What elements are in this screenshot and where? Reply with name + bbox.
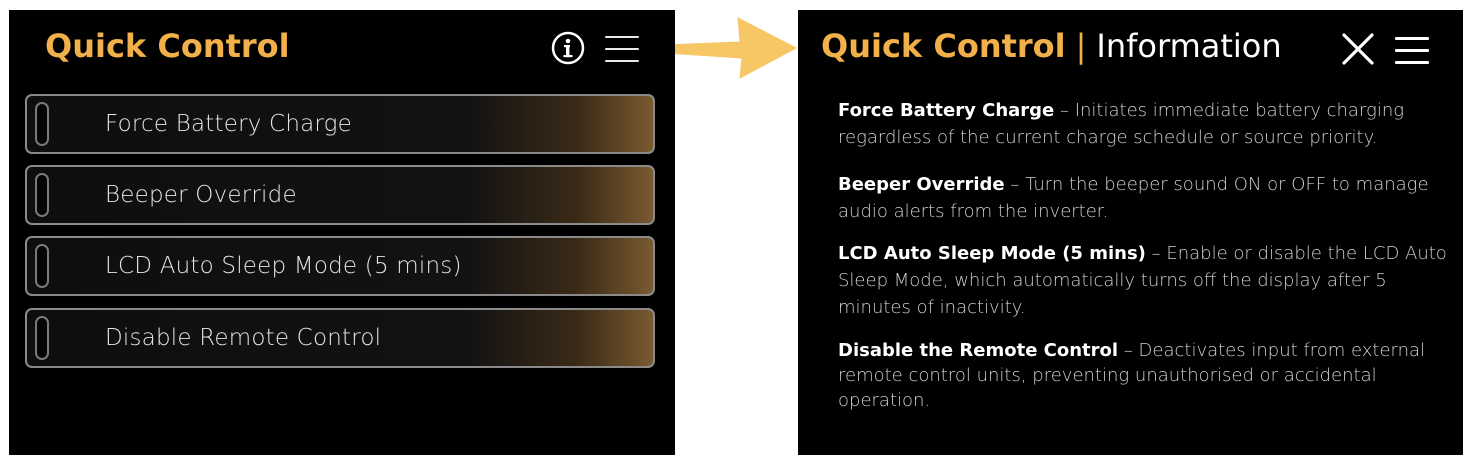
quick-control-item[interactable]: Beeper Override xyxy=(25,165,655,225)
item-label: Force Battery Charge xyxy=(105,111,352,137)
screen-subtitle: Information xyxy=(1096,27,1282,65)
item-label: Disable Remote Control xyxy=(105,325,382,351)
close-icon[interactable] xyxy=(1341,32,1375,66)
screen-header: Quick Control | Information xyxy=(821,27,1282,65)
info-entry: Force Battery Charge – Initiates immedia… xyxy=(838,97,1453,151)
information-screen: Quick Control | Information Force Battery … xyxy=(798,10,1463,455)
item-label: LCD Auto Sleep Mode (5 mins) xyxy=(105,253,462,279)
toggle-switch[interactable] xyxy=(35,173,49,217)
entry-term: Disable the Remote Control xyxy=(838,340,1119,361)
quick-control-screen: Quick Control Force Battery Charge Beepe… xyxy=(9,10,675,455)
quick-control-item[interactable]: LCD Auto Sleep Mode (5 mins) xyxy=(25,236,655,296)
info-icon[interactable] xyxy=(551,31,585,65)
toggle-switch[interactable] xyxy=(35,244,49,288)
info-entry: Beeper Override – Turn the beeper sound … xyxy=(838,171,1453,225)
info-entry: LCD Auto Sleep Mode (5 mins) – Enable or… xyxy=(838,240,1453,321)
entry-term: Force Battery Charge xyxy=(838,100,1055,121)
info-entry: Disable the Remote Control – Deactivates… xyxy=(838,338,1453,413)
screen-title: Quick Control xyxy=(45,27,290,65)
hamburger-menu-icon[interactable] xyxy=(605,34,639,64)
entry-term: LCD Auto Sleep Mode (5 mins) xyxy=(838,243,1146,264)
toggle-switch[interactable] xyxy=(35,102,49,146)
title-separator: | xyxy=(1075,27,1087,65)
entry-term: Beeper Override xyxy=(838,174,1005,195)
quick-control-item[interactable]: Disable Remote Control xyxy=(25,308,655,368)
screen-title: Quick Control xyxy=(821,27,1066,65)
item-label: Beeper Override xyxy=(105,182,297,208)
toggle-switch[interactable] xyxy=(35,316,49,360)
quick-control-item[interactable]: Force Battery Charge xyxy=(25,94,655,154)
hamburger-menu-icon[interactable] xyxy=(1395,35,1429,65)
